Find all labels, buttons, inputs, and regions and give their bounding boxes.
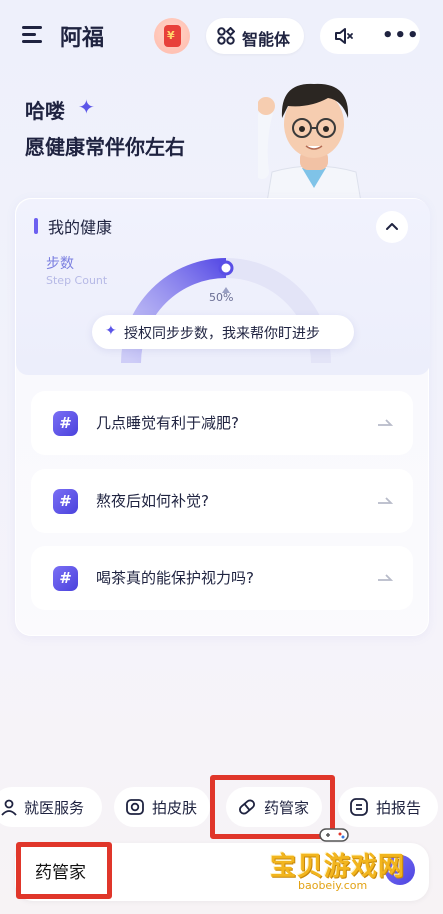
quick-action-label: 拍皮肤 [152, 799, 198, 817]
collapse-button[interactable] [376, 211, 408, 243]
sound-more-pill: ••• [320, 18, 420, 54]
report-icon [350, 798, 368, 816]
agent-button[interactable]: 智能体 [206, 18, 304, 54]
question-text: 熬夜后如何补觉? [96, 492, 209, 510]
health-card: 我的健康 步数 Step Count 50% ✦ 授权同步步数，我来帮你盯进步 [15, 198, 430, 636]
more-icon[interactable]: ••• [382, 25, 420, 46]
sparkle-icon: ✦ [105, 323, 117, 339]
arrow-right-icon [378, 574, 393, 581]
person-icon [1, 799, 17, 816]
gauge-knob [218, 260, 234, 276]
progress-percent: 50% [209, 291, 234, 304]
red-envelope-icon[interactable] [154, 18, 190, 54]
app-title: 阿福 [60, 26, 105, 51]
arrow-right-icon [378, 497, 393, 504]
health-card-title: 我的健康 [48, 218, 113, 237]
highlight-box-medicine-chip [210, 775, 335, 839]
quick-action-report[interactable]: 拍报告 [338, 787, 438, 827]
camera-icon [126, 799, 144, 815]
mute-icon[interactable] [334, 27, 354, 45]
hashtag-icon: # [53, 566, 78, 591]
hashtag-icon: # [53, 411, 78, 436]
top-bar: 阿福 智能体 ••• [0, 14, 443, 58]
title-accent-bar [34, 218, 38, 234]
question-text: 喝茶真的能保护视力吗? [96, 569, 254, 587]
steps-label: 步数 [46, 256, 74, 272]
quick-action-skin[interactable]: 拍皮肤 [114, 787, 210, 827]
steps-sublabel: Step Count [46, 274, 108, 287]
arrow-right-icon [378, 419, 393, 426]
suggested-question[interactable]: # 喝茶真的能保护视力吗? [31, 546, 413, 610]
sparkle-icon: ✦ [78, 95, 95, 119]
greeting-subtitle: 愿健康常伴你左右 [25, 135, 185, 159]
greeting-hello: 哈喽 [25, 99, 65, 123]
steps-gauge [121, 258, 331, 364]
authorize-steps-text: 授权同步步数，我来帮你盯进步 [124, 326, 320, 342]
question-text: 几点睡觉有利于减肥? [96, 414, 239, 432]
quick-action-label: 拍报告 [376, 799, 422, 817]
menu-icon[interactable] [22, 26, 44, 44]
watermark-url: baobeiy.com [298, 879, 368, 892]
watermark-title: 宝贝游戏网 [270, 852, 406, 882]
authorize-steps-button[interactable]: ✦ 授权同步步数，我来帮你盯进步 [92, 315, 354, 349]
gamepad-icon [319, 828, 349, 842]
quick-action-label: 就医服务 [24, 799, 85, 817]
highlight-box-input [16, 842, 112, 899]
quick-action-medical[interactable]: 就医服务 [0, 787, 102, 827]
hashtag-icon: # [53, 489, 78, 514]
agent-label: 智能体 [242, 30, 291, 49]
agent-icon [217, 27, 235, 45]
suggested-question[interactable]: # 熬夜后如何补觉? [31, 469, 413, 533]
chevron-up-icon [386, 223, 398, 230]
suggested-question[interactable]: # 几点睡觉有利于减肥? [31, 391, 413, 455]
health-summary: 我的健康 步数 Step Count 50% ✦ 授权同步步数，我来帮你盯进步 [16, 199, 430, 375]
